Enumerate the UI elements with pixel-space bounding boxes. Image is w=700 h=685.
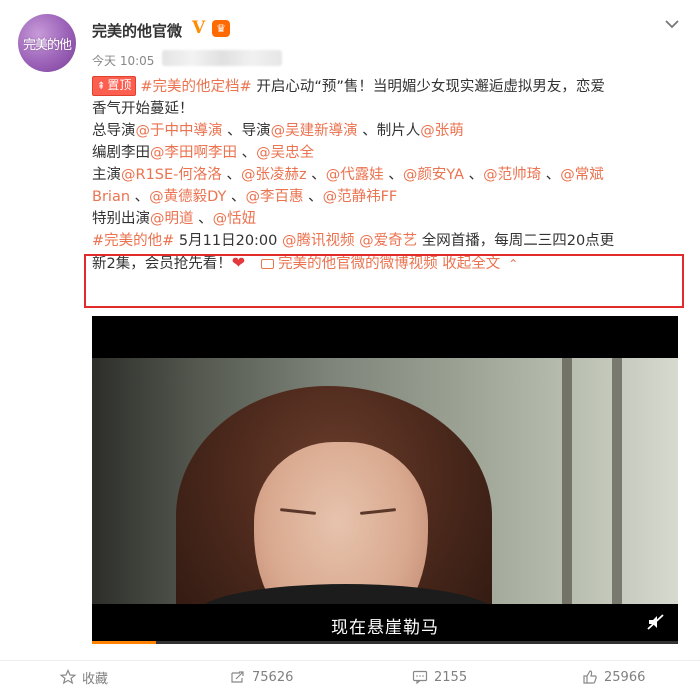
like-button[interactable]: 25966 [582, 668, 645, 685]
video-subtitle: 现在悬崖勒马 [331, 618, 439, 638]
username[interactable]: 完美的他官微 [92, 20, 182, 41]
mention-link[interactable]: @张萌 [420, 123, 464, 139]
post-line: 总导演@于中中導演 、导演@吴建新導演 、制片人@张萌 [92, 123, 464, 139]
star-icon [60, 669, 76, 685]
eye-shape [279, 508, 317, 515]
mention-link[interactable]: @吴建新導演 [271, 123, 358, 139]
mention-link[interactable]: @颜安YA [403, 167, 464, 183]
member-crown-icon[interactable]: ♛ [212, 20, 230, 37]
mute-icon[interactable] [646, 612, 666, 632]
post-line: 香气开始蔓延！ [92, 101, 194, 117]
like-count: 25966 [604, 669, 646, 685]
post-line: ⇞ 置顶 #完美的他定档# 开启心动“预”售！当明媚少女现实邂逅虚拟男友，恋爱 [92, 76, 682, 98]
heart-icon: ❤ [231, 253, 246, 272]
post-line: 特别出演@明道 、@恬妞 [92, 211, 257, 227]
mention-link[interactable]: @爱奇艺 [359, 233, 417, 249]
avatar[interactable]: 完美的他 [18, 14, 76, 72]
blurred-source [162, 50, 282, 66]
mention-link[interactable]: @常斌 [560, 167, 604, 183]
mention-link[interactable]: @李田啊李田 [150, 145, 237, 161]
mention-link[interactable]: @吴忠全 [256, 145, 314, 161]
thumbs-up-icon [583, 670, 597, 684]
favorite-label: 收藏 [82, 671, 109, 685]
video-frame [92, 358, 678, 604]
post-line: 主演@R1SE-何洛洛 、@张凌赫z 、@代露娃 、@颜安YA 、@范帅琦 、@… [92, 167, 604, 183]
hashtag-link[interactable]: #完美的他# [92, 233, 174, 249]
post-line: #完美的他# 5月11日20:00 @腾讯视频 @爱奇艺 全网首播，每周二三四2… [92, 233, 615, 249]
mention-link[interactable]: @张凌赫z [241, 167, 307, 183]
mention-link[interactable]: @李百惠 [245, 189, 303, 205]
repost-button[interactable]: 75626 [230, 668, 293, 685]
mention-link[interactable]: @代露娃 [326, 167, 384, 183]
repost-icon [231, 671, 244, 683]
hashtag-link[interactable]: #完美的他定档# [140, 79, 251, 95]
video-player[interactable]: 现在悬崖勒马 [92, 316, 678, 644]
background-window [612, 358, 622, 604]
avatar-text: 完美的他 [22, 37, 72, 53]
video-letterbox [92, 316, 678, 358]
repost-count: 75626 [252, 669, 294, 685]
pinned-badge: ⇞ 置顶 [92, 76, 137, 96]
mention-link[interactable]: @范帅琦 [483, 167, 541, 183]
mention-link[interactable]: @黄德毅DY [149, 189, 226, 205]
divider [0, 660, 700, 661]
mention-link[interactable]: @范静祎FF [323, 189, 398, 205]
verified-icon: V [192, 18, 206, 38]
comment-button[interactable]: 2155 [412, 668, 467, 685]
comment-icon [412, 670, 428, 685]
mention-link[interactable]: @R1SE-何洛洛 [121, 167, 222, 183]
video-link-icon [261, 259, 275, 269]
video-progress-bar[interactable] [92, 641, 678, 644]
comment-count: 2155 [434, 669, 468, 685]
post-line: 新2集，会员抢先看！❤ 完美的他官微的微博视频 收起全文 ⌃ [92, 253, 519, 272]
chevron-up-icon[interactable]: ⌃ [508, 257, 518, 271]
post-line: 编剧李田@李田啊李田 、@吴忠全 [92, 145, 315, 161]
video-progress-fill [92, 641, 157, 644]
post-timestamp[interactable]: 今天 10:05 [92, 52, 154, 69]
chevron-down-icon[interactable] [662, 14, 682, 34]
collapse-button[interactable]: 收起全文 [438, 256, 500, 272]
woman-face [254, 442, 428, 604]
mention-link[interactable]: @恬妞 [213, 211, 257, 227]
mention-link[interactable]: @腾讯视频 [282, 233, 355, 249]
video-link[interactable]: 完美的他官微的微博视频 [278, 256, 438, 272]
post-content: ⇞ 置顶 #完美的他定档# 开启心动“预”售！当明媚少女现实邂逅虚拟男友，恋爱 香气… [92, 76, 682, 275]
mention-link[interactable]: Brian [92, 189, 130, 205]
post-text: 开启心动“预”售！当明媚少女现实邂逅虚拟男友，恋爱 [251, 79, 605, 95]
mention-link[interactable]: @于中中導演 [136, 123, 223, 139]
background-window [562, 358, 572, 604]
post-line: Brian 、@黄德毅DY 、@李百惠 、@范静祎FF [92, 189, 398, 205]
mention-link[interactable]: @明道 [150, 211, 194, 227]
favorite-button[interactable]: 收藏 [60, 668, 108, 685]
eye-shape [359, 508, 397, 515]
